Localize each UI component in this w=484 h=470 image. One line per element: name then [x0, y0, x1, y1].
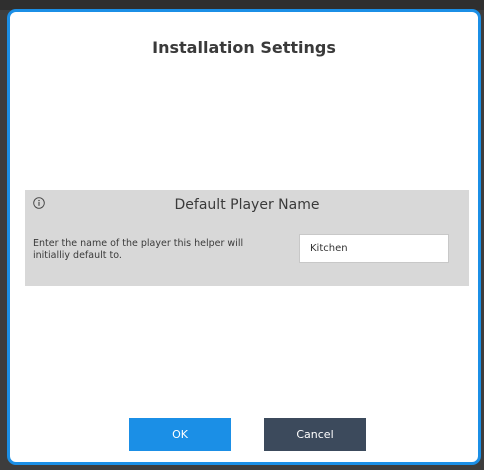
installation-settings-dialog: Installation Settings Default Player Nam… — [7, 9, 481, 465]
ok-button[interactable]: OK — [129, 418, 231, 451]
dialog-title: Installation Settings — [152, 38, 336, 57]
cancel-button[interactable]: Cancel — [264, 418, 366, 451]
setting-title: Default Player Name — [174, 197, 320, 213]
default-player-name-setting: Default Player Name Enter the name of th… — [25, 190, 469, 286]
player-name-input[interactable] — [299, 234, 449, 263]
setting-description: Enter the name of the player this helper… — [33, 238, 244, 261]
